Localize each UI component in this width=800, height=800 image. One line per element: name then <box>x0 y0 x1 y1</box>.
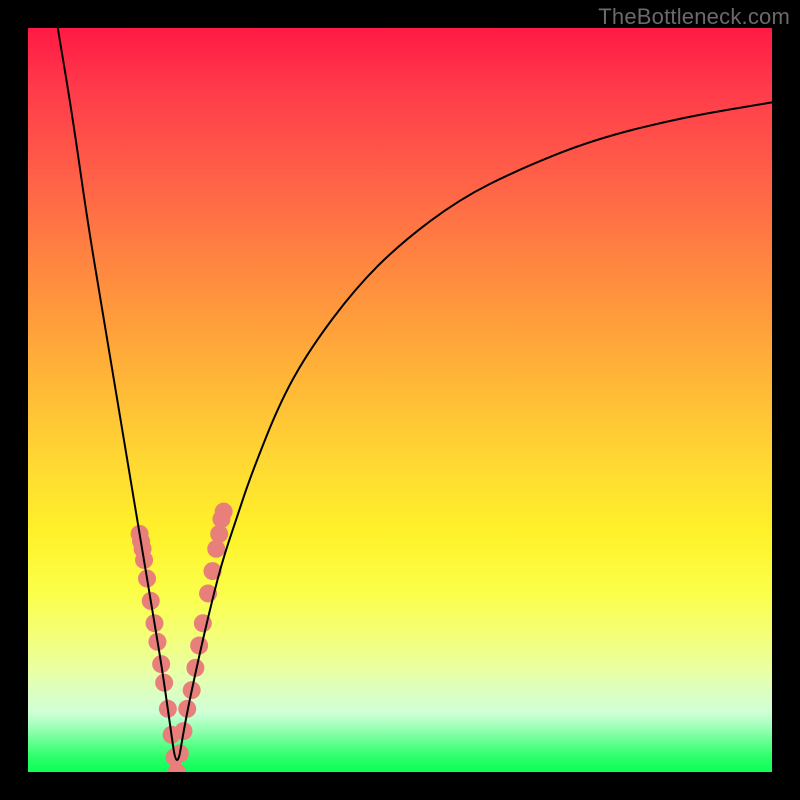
watermark-text: TheBottleneck.com <box>598 4 790 30</box>
plot-area <box>28 28 772 772</box>
bottleneck-curve <box>58 28 772 760</box>
highlight-point <box>215 503 233 521</box>
highlight-point <box>207 540 225 558</box>
chart-svg <box>28 28 772 772</box>
highlight-point <box>190 637 208 655</box>
chart-frame: TheBottleneck.com <box>0 0 800 800</box>
highlight-points-group <box>131 503 233 772</box>
